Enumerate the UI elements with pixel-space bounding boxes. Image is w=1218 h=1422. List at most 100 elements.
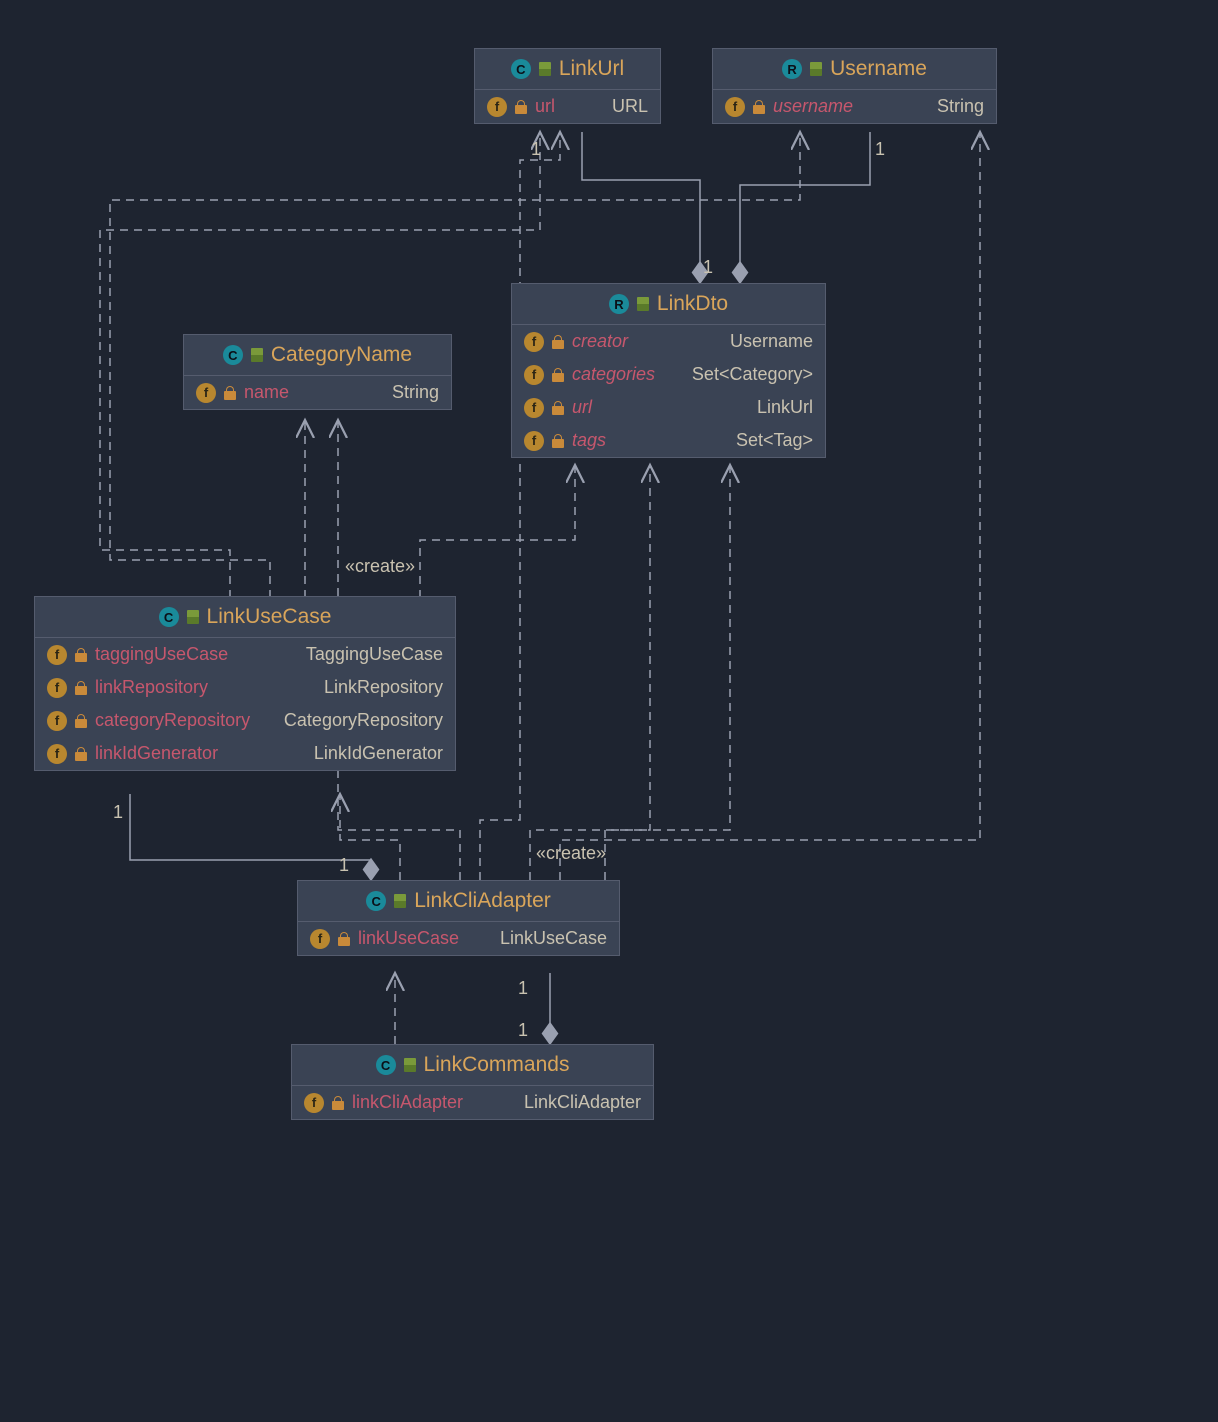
class-kind-icon: R [782,59,802,79]
class-title: LinkCommands [424,1053,570,1077]
lock-icon [515,100,527,114]
class-title: LinkCliAdapter [414,889,551,913]
attr-row: f tags Set<Tag> [512,424,825,457]
visibility-icon [251,348,263,362]
attr-name: url [535,96,555,117]
class-kind-icon: C [376,1055,396,1075]
attr-type: TaggingUseCase [306,644,443,665]
field-icon: f [725,97,745,117]
attr-type: URL [612,96,648,117]
attr-type: CategoryRepository [284,710,443,731]
attr-name: name [244,382,289,403]
multiplicity-label: 1 [875,139,885,160]
visibility-icon [404,1058,416,1072]
lock-icon [75,648,87,662]
visibility-icon [539,62,551,76]
attr-row: f linkUseCase LinkUseCase [298,922,619,955]
lock-icon [332,1096,344,1110]
visibility-icon [810,62,822,76]
attr-name: url [572,397,592,418]
class-title: CategoryName [271,343,412,367]
lock-icon [75,714,87,728]
multiplicity-label: 1 [531,139,541,160]
class-kind-icon: C [366,891,386,911]
field-icon: f [47,645,67,665]
visibility-icon [394,894,406,908]
class-header: C LinkCliAdapter [298,881,619,922]
attr-row: f linkIdGenerator LinkIdGenerator [35,737,455,770]
attr-row: f creator Username [512,325,825,358]
multiplicity-label: 1 [703,257,713,278]
attr-row: f url URL [475,90,660,123]
multiplicity-label: 1 [339,855,349,876]
field-icon: f [487,97,507,117]
attr-row: f categoryRepository CategoryRepository [35,704,455,737]
multiplicity-label: 1 [113,802,123,823]
lock-icon [552,401,564,415]
lock-icon [224,386,236,400]
lock-icon [75,681,87,695]
stereotype-label: «create» [345,556,415,577]
attr-name: username [773,96,853,117]
multiplicity-label: 1 [518,1020,528,1041]
class-title: LinkUseCase [207,605,332,629]
lock-icon [75,747,87,761]
attr-row: f url LinkUrl [512,391,825,424]
class-header: C LinkUrl [475,49,660,90]
field-icon: f [524,332,544,352]
class-username: R Username f username String [712,48,997,124]
attr-name: categories [572,364,655,385]
class-kind-icon: C [159,607,179,627]
class-link-commands: C LinkCommands f linkCliAdapter LinkCliA… [291,1044,654,1120]
attr-row: f linkCliAdapter LinkCliAdapter [292,1086,653,1119]
field-icon: f [196,383,216,403]
field-icon: f [524,431,544,451]
attr-name: taggingUseCase [95,644,228,665]
class-title: LinkUrl [559,57,624,81]
attr-type: LinkUrl [757,397,813,418]
class-title: LinkDto [657,292,728,316]
attr-name: linkIdGenerator [95,743,218,764]
attr-row: f username String [713,90,996,123]
class-link-dto: R LinkDto f creator Username f categorie… [511,283,826,458]
attr-name: creator [572,331,628,352]
lock-icon [552,368,564,382]
class-kind-icon: C [223,345,243,365]
field-icon: f [524,365,544,385]
class-kind-icon: C [511,59,531,79]
class-header: C CategoryName [184,335,451,376]
field-icon: f [47,744,67,764]
class-kind-icon: R [609,294,629,314]
field-icon: f [47,711,67,731]
class-link-url: C LinkUrl f url URL [474,48,661,124]
lock-icon [552,335,564,349]
attr-type: LinkUseCase [500,928,607,949]
attr-type: Username [730,331,813,352]
attr-name: linkUseCase [358,928,459,949]
attr-row: f name String [184,376,451,409]
class-link-use-case: C LinkUseCase f taggingUseCase TaggingUs… [34,596,456,771]
attr-type: String [937,96,984,117]
attr-type: String [392,382,439,403]
attr-name: categoryRepository [95,710,250,731]
attr-type: LinkRepository [324,677,443,698]
attr-name: linkRepository [95,677,208,698]
multiplicity-label: 1 [518,978,528,999]
attr-row: f taggingUseCase TaggingUseCase [35,638,455,671]
lock-icon [338,932,350,946]
attr-type: LinkIdGenerator [314,743,443,764]
visibility-icon [187,610,199,624]
field-icon: f [524,398,544,418]
field-icon: f [310,929,330,949]
class-header: R Username [713,49,996,90]
stereotype-label: «create» [536,843,606,864]
class-header: C LinkCommands [292,1045,653,1086]
visibility-icon [637,297,649,311]
attr-type: Set<Category> [692,364,813,385]
attr-name: tags [572,430,606,451]
attr-row: f categories Set<Category> [512,358,825,391]
field-icon: f [304,1093,324,1113]
class-category-name: C CategoryName f name String [183,334,452,410]
class-header: C LinkUseCase [35,597,455,638]
class-title: Username [830,57,927,81]
